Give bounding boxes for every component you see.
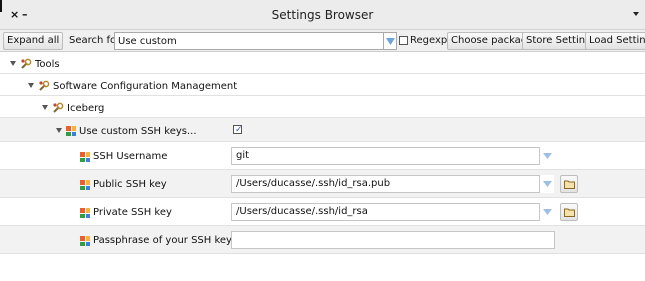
folder-icon — [564, 208, 575, 217]
search-input[interactable] — [114, 32, 384, 50]
expand-toggle-icon[interactable] — [42, 105, 48, 110]
expand-toggle-icon[interactable] — [28, 83, 34, 88]
tree-label: Iceberg — [67, 103, 105, 114]
search-dropdown-button[interactable] — [384, 32, 397, 50]
setting-icon — [66, 126, 76, 136]
ssh-username-dropdown-button[interactable] — [540, 147, 554, 165]
setting-icon — [80, 180, 90, 190]
load-settings-button[interactable]: Load Settings — [585, 32, 645, 50]
use-custom-ssh-checkbox[interactable]: ✓ — [233, 125, 243, 135]
tree-row-passphrase[interactable]: Passphrase of your SSH key — [0, 226, 645, 254]
wrench-icon — [39, 80, 50, 91]
tree-row-scm[interactable]: Software Configuration Management — [0, 74, 645, 96]
tree-label: Tools — [35, 59, 60, 70]
private-ssh-key-browse-button[interactable] — [560, 203, 578, 221]
wrench-icon — [21, 58, 32, 69]
setting-icon — [80, 208, 90, 218]
tree-label: Use custom SSH keys... — [79, 126, 197, 137]
regexp-checkbox[interactable] — [399, 36, 408, 45]
tree-label: Software Configuration Management — [53, 81, 238, 92]
toolbar: Expand all Search for: Regexp Choose pac… — [0, 30, 645, 52]
tree-row-iceberg[interactable]: Iceberg — [0, 96, 645, 118]
tree-row-tools[interactable]: Tools — [0, 52, 645, 74]
wrench-icon — [53, 102, 64, 113]
settings-tree: Tools Software Configuration Management … — [0, 52, 645, 281]
tree-row-ssh-username[interactable]: SSH Username git — [0, 142, 645, 170]
tree-label: Private SSH key — [93, 207, 172, 218]
expand-toggle-icon[interactable] — [56, 128, 62, 133]
tree-label: Public SSH key — [93, 179, 167, 190]
public-ssh-key-dropdown-button[interactable] — [540, 175, 554, 193]
folder-icon — [564, 180, 575, 189]
setting-icon — [80, 236, 90, 246]
passphrase-field[interactable] — [231, 231, 555, 249]
ssh-username-field[interactable]: git — [231, 147, 540, 165]
tree-row-public-ssh-key[interactable]: Public SSH key /Users/ducasse/.ssh/id_rs… — [0, 170, 645, 198]
expand-all-button[interactable]: Expand all — [3, 32, 64, 50]
window-titlebar: × – Settings Browser — [0, 0, 645, 30]
regexp-label: Regexp — [410, 35, 448, 46]
tree-row-use-custom-ssh-keys[interactable]: Use custom SSH keys... ✓ — [0, 118, 645, 142]
private-ssh-key-field[interactable]: /Users/ducasse/.ssh/id_rsa — [231, 203, 540, 221]
expand-toggle-icon[interactable] — [10, 61, 16, 66]
tree-label: Passphrase of your SSH key — [93, 235, 232, 246]
checkmark-icon: ✓ — [235, 125, 243, 135]
window-title: Settings Browser — [271, 8, 374, 22]
window-menu-icon[interactable] — [633, 12, 639, 16]
setting-icon — [80, 152, 90, 162]
tree-label: SSH Username — [93, 151, 168, 162]
private-ssh-key-dropdown-button[interactable] — [540, 203, 554, 221]
public-ssh-key-field[interactable]: /Users/ducasse/.ssh/id_rsa.pub — [231, 175, 540, 193]
tree-row-private-ssh-key[interactable]: Private SSH key /Users/ducasse/.ssh/id_r… — [0, 198, 645, 226]
public-ssh-key-browse-button[interactable] — [560, 175, 578, 193]
